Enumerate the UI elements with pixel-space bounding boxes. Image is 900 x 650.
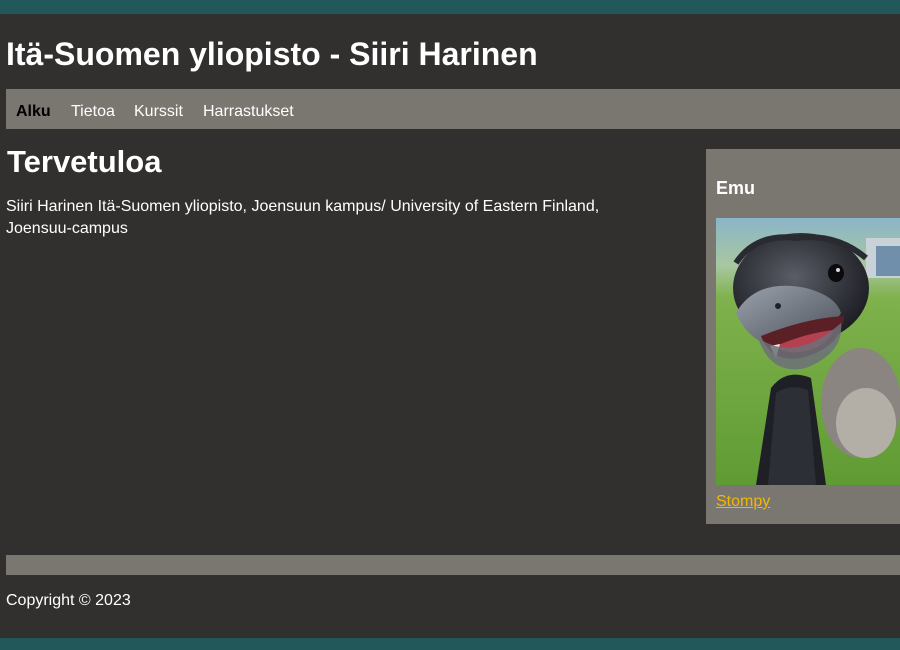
main-navigation: Alku Tietoa Kurssit Harrastukset — [6, 89, 900, 129]
emu-photo — [716, 218, 900, 485]
sidebar-title: Emu — [716, 178, 756, 198]
sidebar-panel: Emu Stompy — [706, 149, 900, 524]
copyright-text: Copyright © 2023 — [6, 592, 131, 609]
nav-item-harrastukset[interactable]: Harrastukset — [203, 89, 294, 129]
footer-divider — [6, 555, 900, 575]
page-container: Itä-Suomen yliopisto - Siiri Harinen Alk… — [0, 14, 900, 638]
nav-item-kurssit[interactable]: Kurssit — [134, 89, 183, 129]
nav-item-alku[interactable]: Alku — [16, 89, 51, 129]
stompy-link[interactable]: Stompy — [716, 493, 770, 511]
site-title: Itä-Suomen yliopisto - Siiri Harinen — [6, 36, 538, 72]
nav-item-tietoa[interactable]: Tietoa — [71, 89, 115, 129]
page-heading: Tervetuloa — [7, 144, 162, 179]
intro-text: Siiri Harinen Itä-Suomen yliopisto, Joen… — [6, 198, 600, 237]
